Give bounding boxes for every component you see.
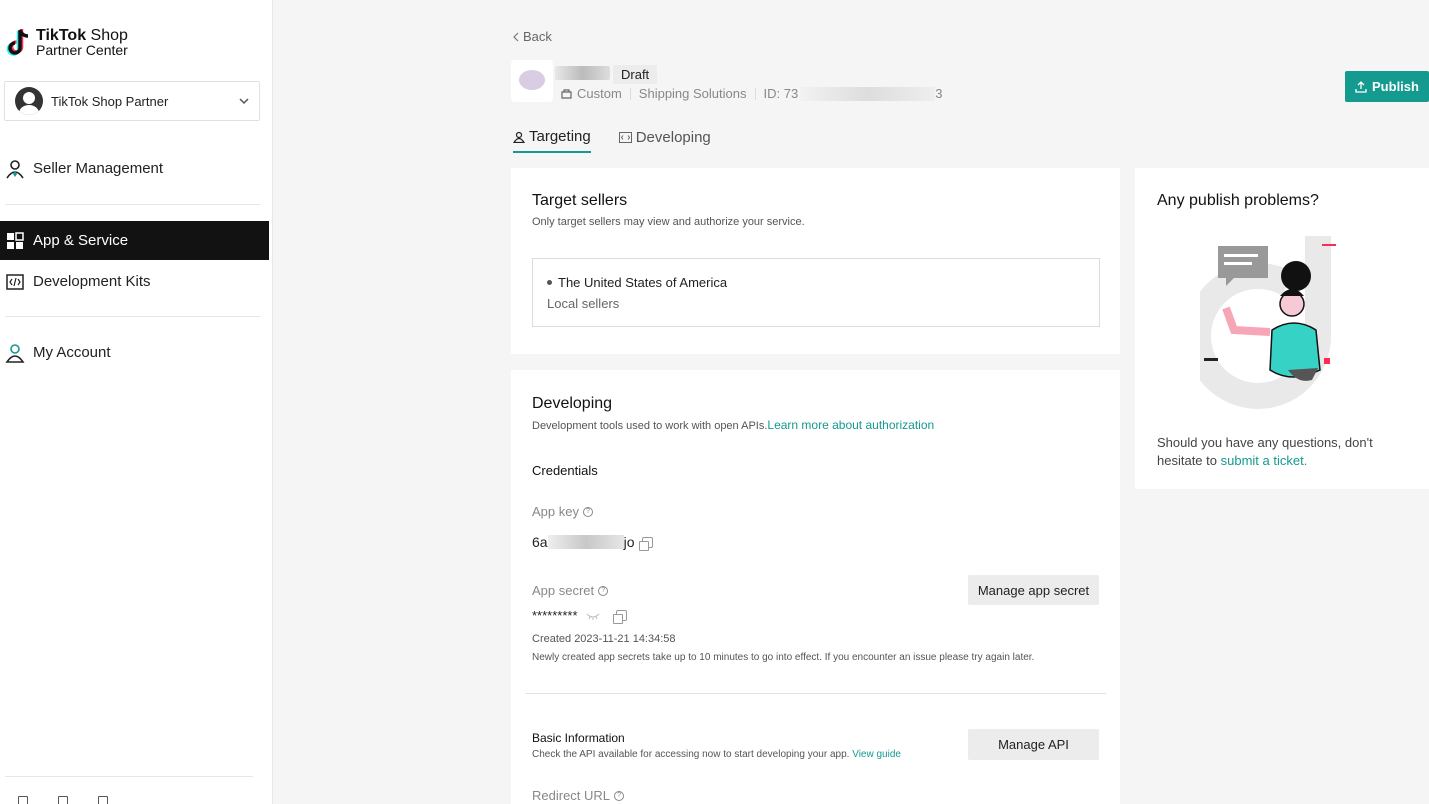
basic-info-sub-text: Check the API available for accessing no… <box>532 749 850 760</box>
user-icon <box>513 131 525 143</box>
sidebar-item-label: My Account <box>33 344 111 361</box>
back-link[interactable]: Back <box>513 29 552 44</box>
clipboard-icon[interactable] <box>58 796 68 804</box>
development-kits-icon <box>5 272 25 292</box>
app-key-suffix: jo <box>623 534 635 550</box>
view-guide-link[interactable]: View guide <box>852 749 901 760</box>
app-key-label-text: App key <box>532 504 579 519</box>
developing-card: Developing Development tools used to wor… <box>511 370 1120 804</box>
copy-icon[interactable] <box>612 610 627 624</box>
submit-ticket-link[interactable]: submit a ticket. <box>1221 453 1308 468</box>
account-selector[interactable]: TikTok Shop Partner <box>4 81 260 121</box>
sidebar-item-label: Development Kits <box>33 273 151 290</box>
app-type: Custom <box>577 86 622 101</box>
card-title: Target sellers <box>532 192 628 209</box>
sidebar-item-development-kits[interactable]: Development Kits <box>0 262 269 301</box>
copy-icon[interactable] <box>639 536 654 551</box>
redirect-url-label-text: Redirect URL <box>532 788 611 803</box>
app-category: Shipping Solutions <box>638 86 747 101</box>
app-service-icon <box>5 231 25 251</box>
chevron-down-icon <box>239 98 249 105</box>
app-id-redacted <box>800 86 936 101</box>
target-country: The United States of America <box>547 275 1085 290</box>
chevron-left-icon <box>513 32 519 41</box>
app-key-label: App key ? <box>532 504 593 519</box>
sidebar-item-label: App & Service <box>33 232 129 249</box>
eye-closed-icon[interactable] <box>586 612 600 620</box>
publish-help-card: Any publish problems? Should you have an… <box>1135 168 1429 489</box>
app-key-redacted <box>547 535 624 549</box>
tab-label: Developing <box>635 129 711 146</box>
target-seller-type: Local sellers <box>547 296 620 311</box>
app-secret-label: App secret ? <box>532 583 609 598</box>
learn-more-link[interactable]: Learn more about authorization <box>767 418 934 432</box>
app-key-value: 6a jo <box>532 534 654 551</box>
logo-subtitle: Partner Center <box>36 42 128 58</box>
credentials-heading: Credentials <box>532 463 598 478</box>
file-icon[interactable] <box>98 796 108 804</box>
sidebar: TikTok Shop Partner Center TikTok Shop P… <box>0 0 273 804</box>
app-meta: Custom Shipping Solutions ID: 73 3 <box>561 86 942 101</box>
code-icon <box>618 132 632 143</box>
tab-bar: Targeting Developing <box>513 128 711 153</box>
secret-note: Newly created app secrets take up to 10 … <box>532 652 1035 663</box>
upload-icon <box>1355 80 1367 93</box>
avatar <box>15 87 43 115</box>
tab-label: Targeting <box>529 128 591 145</box>
app-id-suffix: 3 <box>935 86 943 101</box>
manage-api-button[interactable]: Manage API <box>968 729 1099 760</box>
card-subtitle: Only target sellers may view and authori… <box>532 216 805 228</box>
help-icon[interactable]: ? <box>598 585 609 596</box>
app-id-prefix: ID: 73 <box>763 86 799 101</box>
manage-app-secret-button[interactable]: Manage app secret <box>968 575 1099 605</box>
support-illustration-icon <box>1200 236 1336 409</box>
help-text: Should you have any questions, don't hes… <box>1157 434 1397 470</box>
app-key-prefix: 6a <box>532 534 548 550</box>
help-icon[interactable]: ? <box>582 506 593 517</box>
basic-info-subtitle: Check the API available for accessing no… <box>532 749 901 760</box>
developing-subtitle: Development tools used to work with open… <box>532 420 768 432</box>
sidebar-item-app-service[interactable]: App & Service <box>0 221 269 260</box>
my-account-icon <box>5 343 25 363</box>
app-secret-value: ********* <box>532 608 627 624</box>
app-secret-masked: ********* <box>532 608 578 623</box>
seller-management-icon <box>5 159 25 179</box>
sidebar-divider <box>5 204 260 205</box>
document-icon[interactable] <box>18 796 28 804</box>
target-region-box: The United States of America Local selle… <box>532 258 1100 327</box>
app-name-redacted <box>555 66 610 80</box>
sidebar-divider <box>5 316 260 317</box>
logo[interactable]: TikTok Shop Partner Center <box>6 28 128 60</box>
secret-created-date: Created 2023-11-21 14:34:58 <box>532 633 676 645</box>
help-icon[interactable]: ? <box>614 790 625 801</box>
app-logo <box>511 60 553 102</box>
tiktok-logo-icon <box>6 28 32 60</box>
target-sellers-card: Target sellers Only target sellers may v… <box>511 168 1120 354</box>
account-name: TikTok Shop Partner <box>51 93 169 109</box>
card-subtitle: Development tools used to work with open… <box>532 418 934 432</box>
tab-developing[interactable]: Developing <box>618 128 711 153</box>
back-label: Back <box>523 29 552 44</box>
sidebar-divider <box>5 776 253 777</box>
publish-label: Publish <box>1372 79 1419 94</box>
app-secret-label-text: App secret <box>532 583 595 598</box>
tab-targeting[interactable]: Targeting <box>513 128 591 153</box>
publish-button[interactable]: Publish <box>1345 71 1429 102</box>
status-badge: Draft <box>613 65 658 84</box>
card-title: Developing <box>532 395 613 412</box>
shop-icon <box>561 89 572 99</box>
basic-info-heading: Basic Information <box>532 731 625 745</box>
sidebar-footer <box>18 796 108 804</box>
redirect-url-label: Redirect URL ? <box>532 788 625 803</box>
section-divider <box>525 693 1106 694</box>
sidebar-item-my-account[interactable]: My Account <box>0 333 269 372</box>
sidebar-item-label: Seller Management <box>33 160 164 177</box>
help-card-title: Any publish problems? <box>1157 192 1319 209</box>
sidebar-item-seller-management[interactable]: Seller Management <box>0 149 269 188</box>
